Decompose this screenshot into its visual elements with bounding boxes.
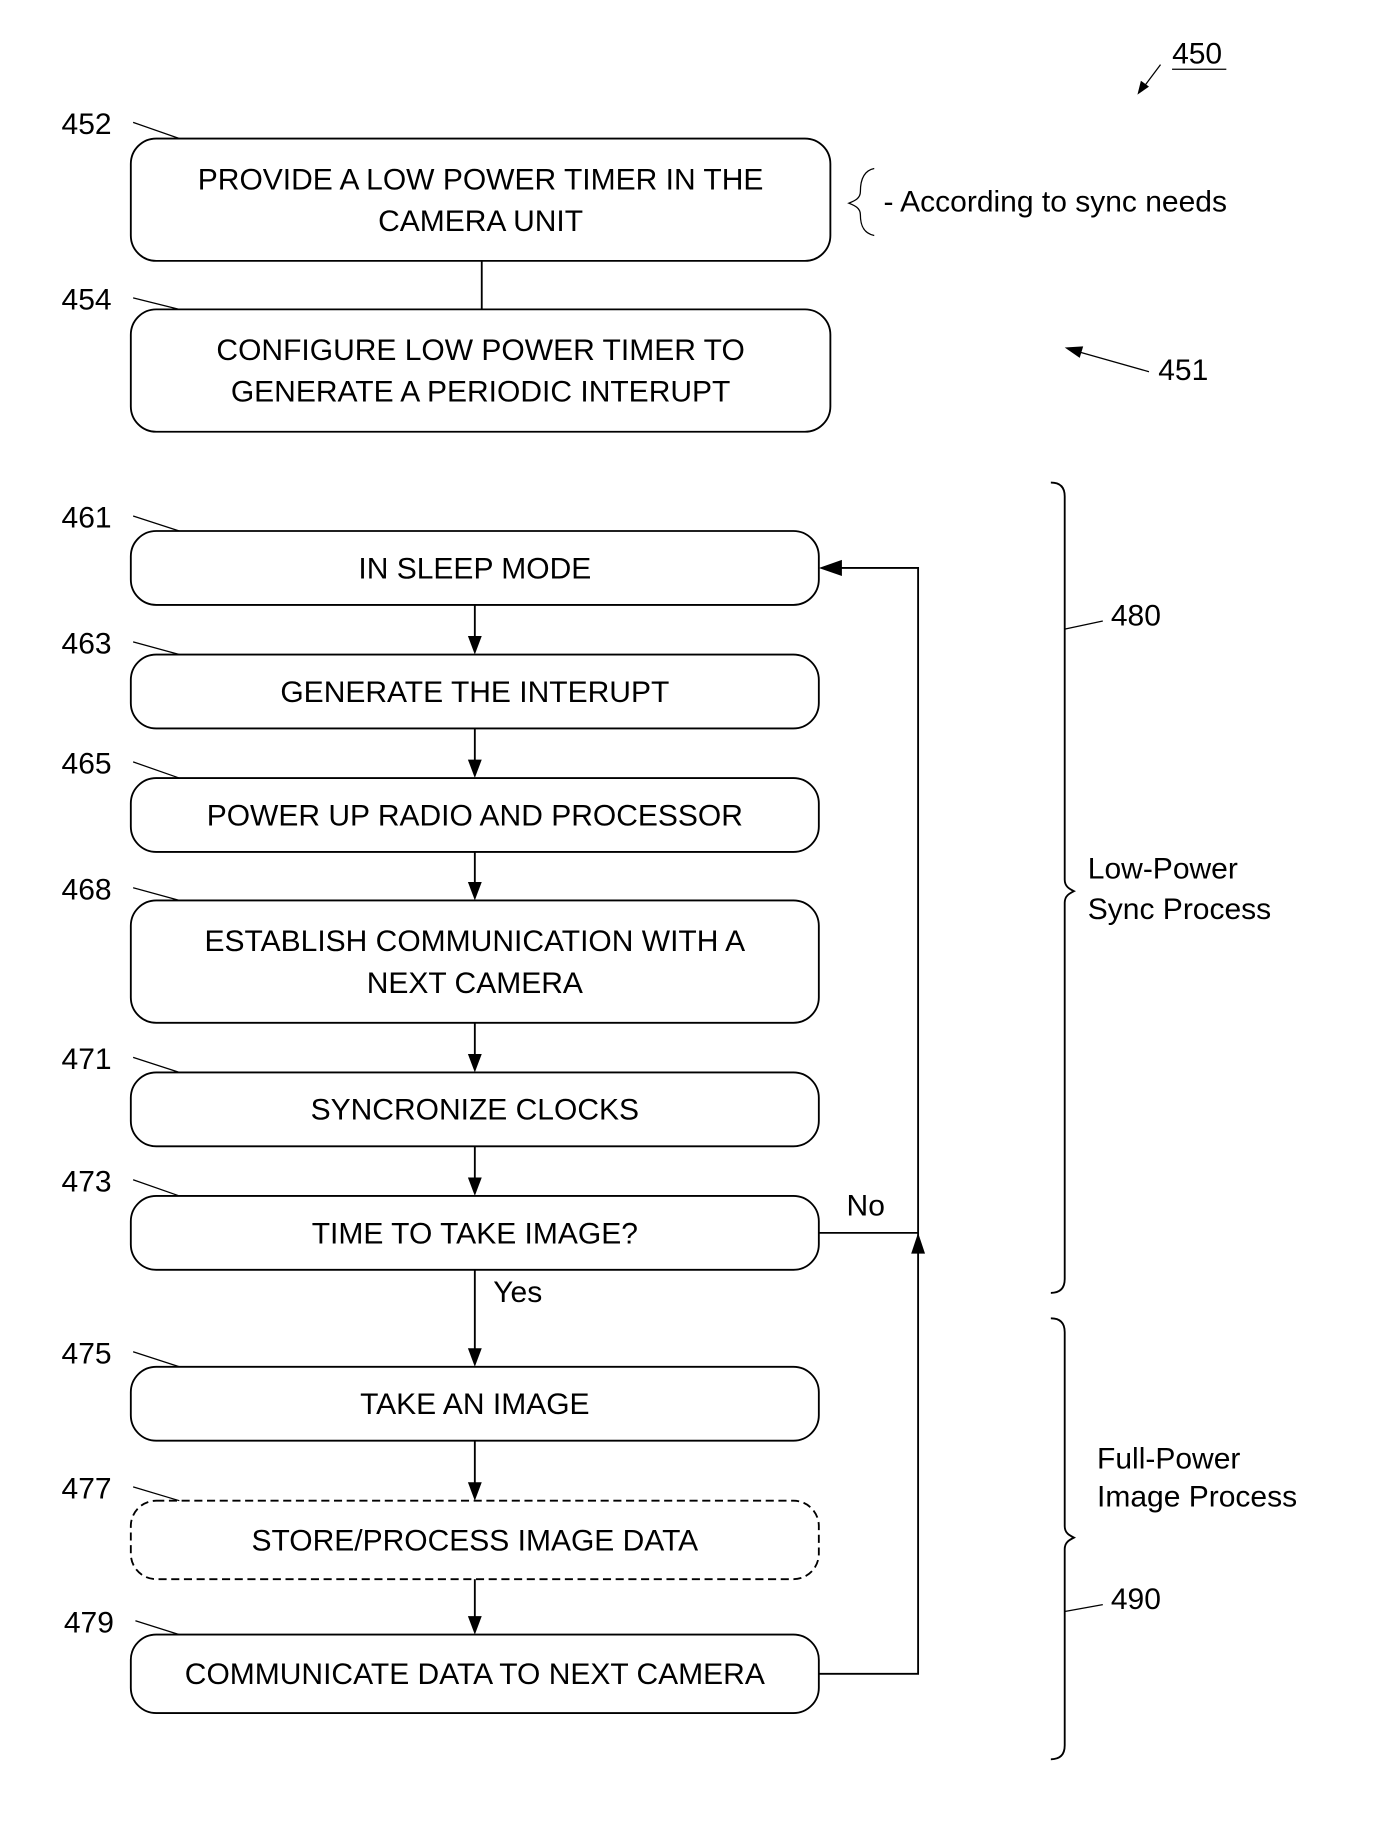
step-ref-leader [132,515,180,532]
branch-yes-label: Yes [493,1276,542,1309]
step-473: TIME TO TAKE IMAGE? 473 [62,1165,820,1271]
arrowhead-down-icon [467,1616,482,1635]
step-468: ESTABLISH COMMUNICATION WITH A NEXT CAMER… [62,873,820,1024]
step-ref-number: 452 [62,108,112,141]
step-ref-leader [135,1620,180,1636]
arrowhead-down-icon [467,1482,482,1501]
step-ref-number: 454 [62,283,112,316]
step-text-line: NEXT CAMERA [367,967,583,1000]
step-461: IN SLEEP MODE 461 [62,502,820,606]
group-480: 480 Low-Power Sync Process [1050,481,1271,1294]
step-box [129,308,832,433]
group-480-label-line-2: Sync Process [1088,893,1271,926]
step-477: STORE/PROCESS IMAGE DATA 477 [62,1472,820,1581]
step-ref-leader [132,1179,180,1197]
arrowhead-down-icon [467,1348,482,1367]
branch-no-label: No [847,1190,885,1223]
group-490-label-line-1: Full-Power [1097,1442,1240,1475]
group-480-brace-icon [1050,481,1077,1294]
step-text-line: GENERATE A PERIODIC INTERUPT [231,376,731,409]
figure-ref-arrow-line [1142,64,1162,89]
step-text-line: CONFIGURE LOW POWER TIMER TO [216,334,744,367]
step-text-line: COMMUNICATE DATA TO NEXT CAMERA [185,1658,765,1691]
step-ref-leader [132,887,180,902]
step-463: GENERATE THE INTERUPT 463 [62,627,820,730]
annotation-text: - According to sync needs [883,185,1227,218]
step-text-line: ESTABLISH COMMUNICATION WITH A [205,925,746,958]
step-text-line: TAKE AN IMAGE [360,1388,590,1421]
step-471: SYNCRONIZE CLOCKS 471 [62,1043,820,1148]
arrowhead-down-icon [467,636,482,655]
arrowhead-down-icon [467,759,482,779]
step-454: CONFIGURE LOW POWER TIMER TO GENERATE A P… [62,283,832,433]
steps-layer: PROVIDE A LOW POWER TIMER IN THE CAMERA U… [62,108,832,1715]
step-452: PROVIDE A LOW POWER TIMER IN THE CAMERA U… [62,108,832,262]
step-text-line: TIME TO TAKE IMAGE? [312,1217,638,1250]
arrowhead-down-icon [467,1177,482,1196]
sync-needs-annotation: - According to sync needs [847,167,1227,237]
step-465: POWER UP RADIO AND PROCESSOR 465 [62,747,820,853]
arrowhead-down-icon [467,1053,482,1073]
figure-ref-450: 450 [1137,37,1227,95]
step-text-line: PROVIDE A LOW POWER TIMER IN THE [198,163,764,196]
step-ref-leader [132,1486,180,1502]
process-ref-451: 451 [1064,346,1208,387]
group-490-leader [1064,1603,1103,1613]
step-ref-number: 479 [64,1606,114,1639]
process-ref-arrowhead-icon [1064,346,1084,358]
flowchart: 450 451 - According to sync needs PROVID… [62,37,1297,1761]
step-text-line: CAMERA UNIT [378,205,583,238]
step-ref-leader [132,641,180,656]
group-480-leader [1064,620,1103,630]
process-ref-label: 451 [1158,354,1208,387]
step-ref-leader [132,761,180,779]
step-ref-leader [132,1351,180,1368]
step-ref-leader [132,121,180,140]
step-ref-number: 475 [62,1337,112,1370]
step-479: COMMUNICATE DATA TO NEXT CAMERA 479 [64,1606,820,1715]
step-ref-leader [132,297,180,310]
arrowhead-left-icon [818,559,842,577]
group-490-label-line-2: Image Process [1097,1480,1297,1513]
step-ref-number: 461 [62,502,112,535]
step-text-line: POWER UP RADIO AND PROCESSOR [207,799,743,832]
step-box [129,137,832,262]
step-box [129,899,820,1024]
step-ref-number: 471 [62,1043,112,1076]
figure-ref-label: 450 [1172,37,1222,70]
process-ref-arrow-line [1079,351,1150,373]
group-490-ref: 490 [1111,1583,1161,1616]
step-ref-number: 468 [62,873,112,906]
loop-back-connector [818,567,920,1675]
group-480-label-line-1: Low-Power [1088,852,1238,885]
step-text-line: GENERATE THE INTERUPT [280,676,669,709]
step-ref-number: 473 [62,1165,112,1198]
step-text-line: STORE/PROCESS IMAGE DATA [251,1524,698,1557]
arrowhead-up-icon [911,1232,926,1254]
step-ref-number: 465 [62,747,112,780]
step-475: TAKE AN IMAGE 475 [62,1337,820,1442]
step-ref-number: 477 [62,1472,112,1505]
step-text-line: IN SLEEP MODE [358,552,591,585]
step-ref-leader [132,1056,180,1074]
step-ref-number: 463 [62,627,112,660]
annotation-brace-icon [847,167,875,237]
group-490-brace-icon [1050,1317,1077,1761]
group-480-ref: 480 [1111,600,1161,633]
arrowhead-down-icon [467,881,482,901]
step-text-line: SYNCRONIZE CLOCKS [311,1094,639,1127]
group-490: 490 Full-Power Image Process [1050,1317,1297,1761]
